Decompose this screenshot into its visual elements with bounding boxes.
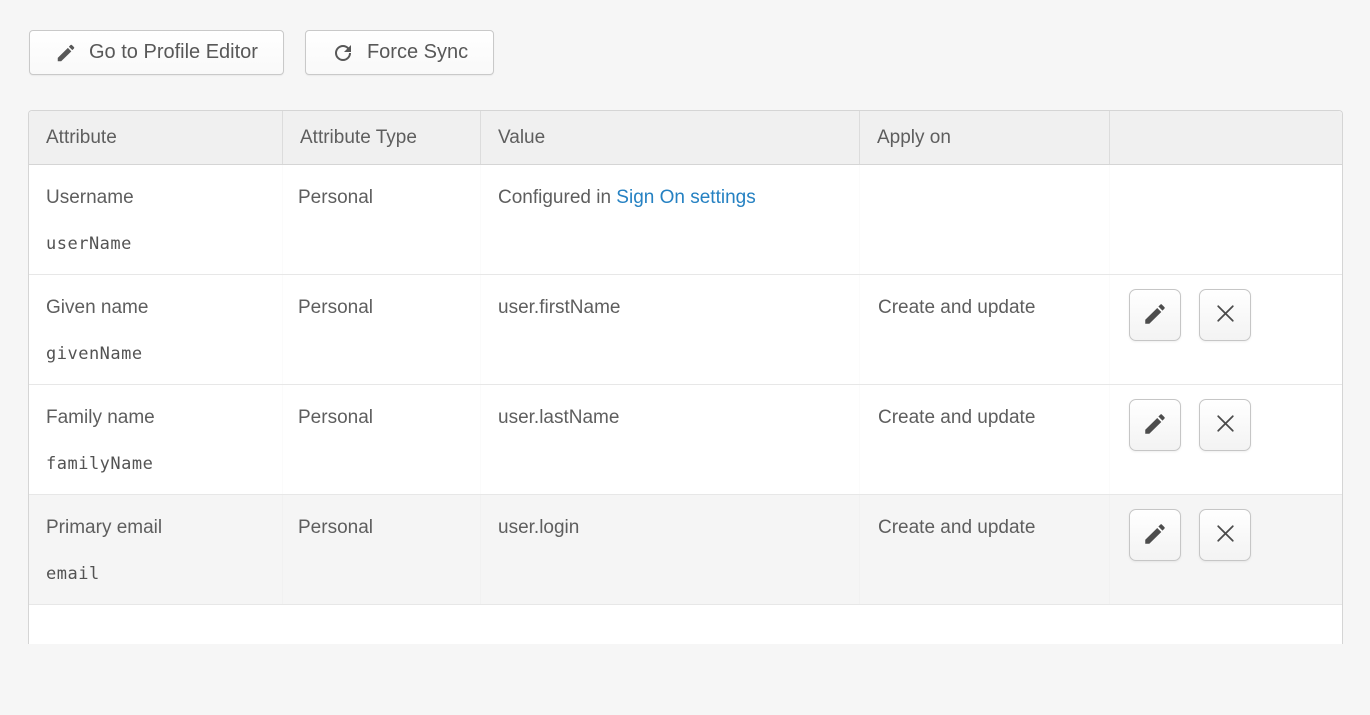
table-row: Family name familyName Personal user.las…: [29, 385, 1342, 495]
table-row: Username userName Personal Configured in…: [29, 165, 1342, 275]
value-cell: user.lastName: [481, 385, 860, 494]
pencil-icon: [1142, 411, 1168, 440]
attribute-variable-name: userName: [46, 233, 265, 255]
attribute-label: Given name: [46, 297, 265, 319]
pencil-icon: [1142, 301, 1168, 330]
actions-cell: [1110, 385, 1342, 494]
pencil-icon: [1142, 521, 1168, 550]
attribute-variable-name: familyName: [46, 453, 265, 475]
actions-cell: [1110, 165, 1342, 274]
attribute-variable-name: email: [46, 563, 265, 585]
value-cell: user.login: [481, 495, 860, 604]
pencil-icon: [55, 42, 77, 64]
sign-on-settings-link[interactable]: Sign On settings: [616, 187, 755, 208]
attribute-type-cell: Personal: [283, 385, 481, 494]
table-row: Given name givenName Personal user.first…: [29, 275, 1342, 385]
table-header-row: Attribute Attribute Type Value Apply on: [29, 111, 1342, 165]
delete-attribute-button[interactable]: [1199, 509, 1251, 561]
x-icon: [1213, 301, 1238, 329]
column-header-attribute: Attribute: [29, 111, 283, 164]
toolbar: Go to Profile Editor Force Sync: [29, 30, 494, 75]
attribute-label: Family name: [46, 407, 265, 429]
force-sync-label: Force Sync: [367, 41, 468, 64]
column-header-attribute-type: Attribute Type: [283, 111, 481, 164]
attribute-variable-name: givenName: [46, 343, 265, 365]
value-cell: Configured in Sign On settings: [481, 165, 860, 274]
go-to-profile-editor-label: Go to Profile Editor: [89, 41, 258, 64]
value-prefix-text: Configured in: [498, 187, 616, 208]
attribute-label: Username: [46, 187, 265, 209]
table-row: [29, 605, 1342, 715]
attribute-cell: Given name givenName: [29, 275, 283, 384]
apply-on-cell: Create and update: [860, 495, 1110, 604]
attribute-cell: Family name familyName: [29, 385, 283, 494]
attribute-cell: Username userName: [29, 165, 283, 274]
attribute-type-cell: Personal: [283, 165, 481, 274]
attribute-cell: Primary email email: [29, 495, 283, 604]
column-header-apply-on: Apply on: [860, 111, 1110, 164]
attribute-label: Primary email: [46, 517, 265, 539]
apply-on-cell: Create and update: [860, 275, 1110, 384]
x-icon: [1213, 521, 1238, 549]
attribute-type-cell: Personal: [283, 275, 481, 384]
actions-cell: [1110, 275, 1342, 384]
x-icon: [1213, 411, 1238, 439]
edit-attribute-button[interactable]: [1129, 509, 1181, 561]
delete-attribute-button[interactable]: [1199, 399, 1251, 451]
apply-on-cell: [860, 165, 1110, 274]
column-header-value: Value: [481, 111, 860, 164]
edit-attribute-button[interactable]: [1129, 399, 1181, 451]
attribute-mapping-table: Attribute Attribute Type Value Apply on …: [28, 110, 1343, 644]
table-row: Primary email email Personal user.login …: [29, 495, 1342, 605]
apply-on-cell: Create and update: [860, 385, 1110, 494]
attribute-type-cell: Personal: [283, 495, 481, 604]
column-header-actions: [1110, 111, 1342, 164]
value-cell: user.firstName: [481, 275, 860, 384]
edit-attribute-button[interactable]: [1129, 289, 1181, 341]
refresh-icon: [331, 41, 355, 65]
actions-cell: [1110, 495, 1342, 604]
go-to-profile-editor-button[interactable]: Go to Profile Editor: [29, 30, 284, 75]
force-sync-button[interactable]: Force Sync: [305, 30, 494, 75]
delete-attribute-button[interactable]: [1199, 289, 1251, 341]
